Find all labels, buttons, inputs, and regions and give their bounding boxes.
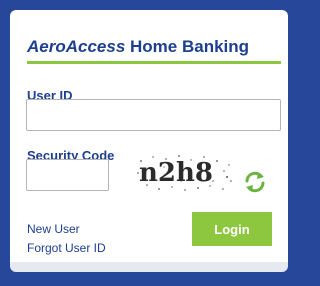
- forgot-user-id-link[interactable]: Forgot User ID: [27, 241, 106, 255]
- page-title: AeroAccess Home Banking: [27, 37, 249, 57]
- user-id-field[interactable]: [26, 99, 281, 131]
- panel-shadow: [10, 262, 288, 272]
- title-text: Home Banking: [125, 37, 250, 56]
- refresh-icon[interactable]: [243, 170, 267, 194]
- title-divider: [27, 61, 281, 64]
- captcha-image: n2h8: [137, 155, 232, 191]
- login-panel: AeroAccess Home Banking User ID Security…: [10, 10, 288, 268]
- login-button[interactable]: Login: [192, 212, 272, 246]
- security-code-field[interactable]: [26, 159, 109, 191]
- captcha-text: n2h8: [139, 158, 213, 188]
- new-user-link[interactable]: New User: [27, 222, 80, 236]
- brand-name: AeroAccess: [27, 37, 126, 56]
